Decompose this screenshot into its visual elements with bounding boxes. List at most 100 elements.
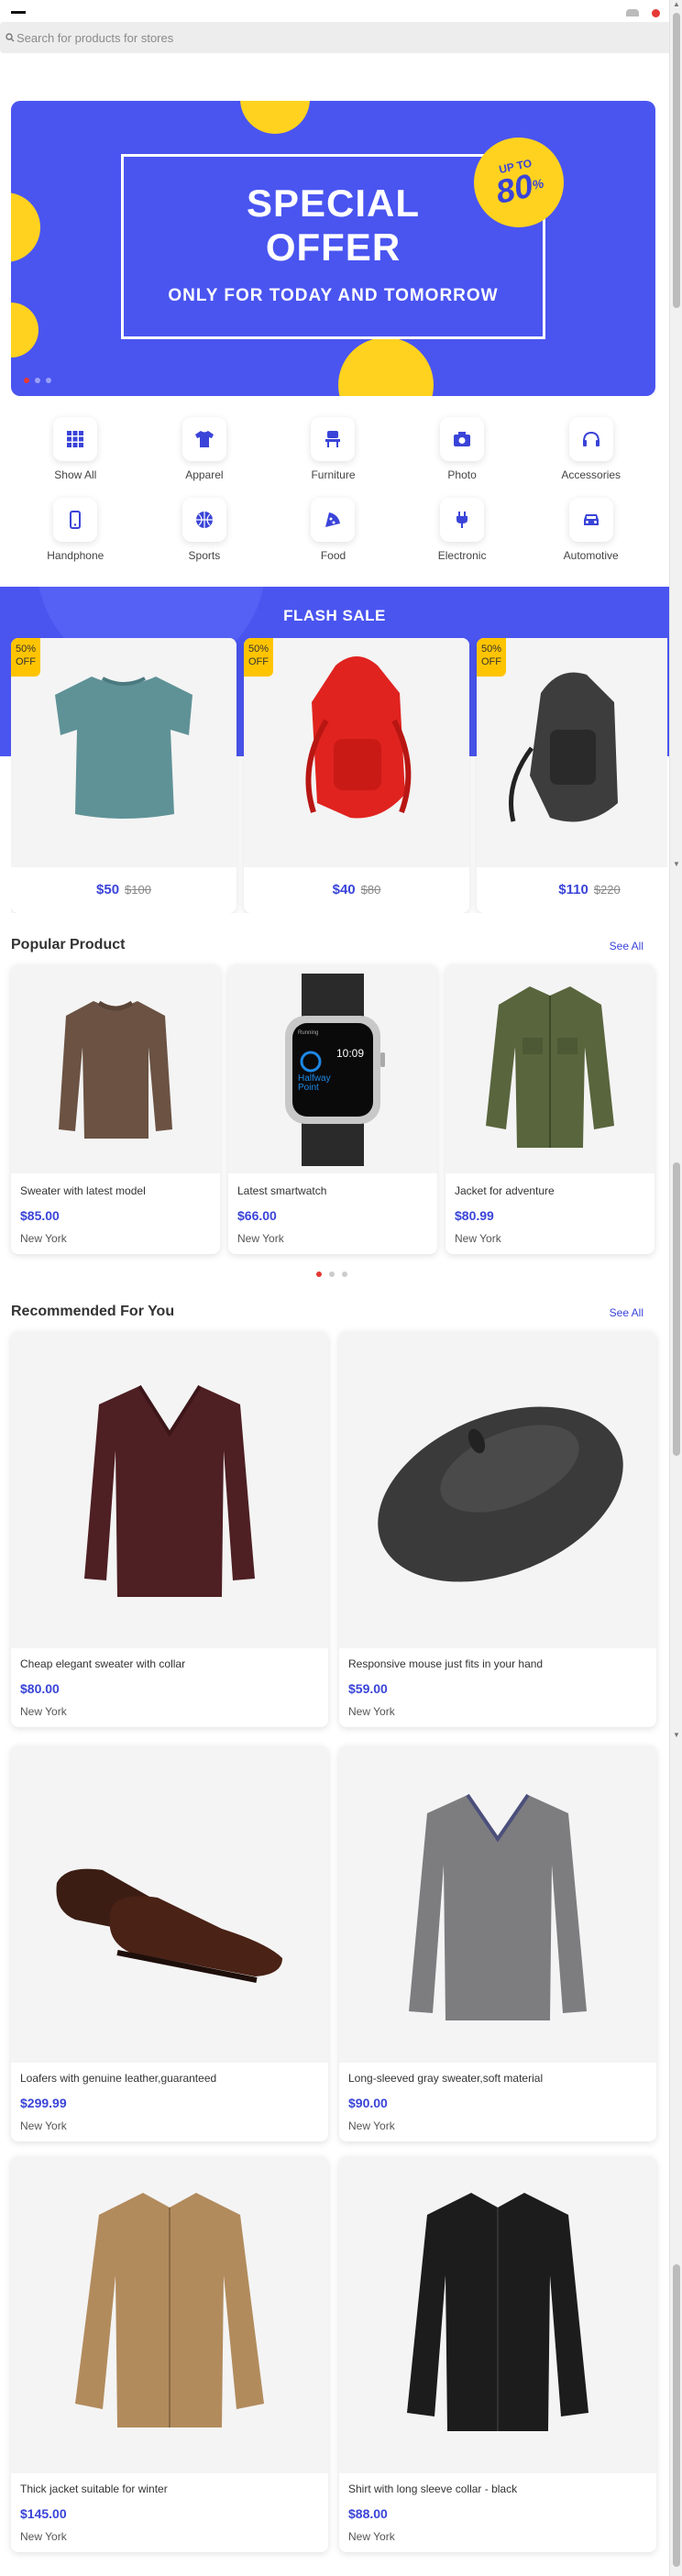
- menu-icon[interactable]: [11, 11, 33, 17]
- category-furniture[interactable]: Furniture: [269, 417, 398, 481]
- category-automotive[interactable]: Automotive: [526, 498, 655, 562]
- product-card[interactable]: Responsive mouse just fits in your hand …: [339, 1331, 656, 1727]
- product-card[interactable]: Thick jacket suitable for winter $145.00…: [11, 2156, 328, 2552]
- product-price: $59.00: [348, 1681, 388, 1696]
- category-label: Photo: [447, 468, 477, 481]
- category-label: Furniture: [311, 468, 356, 481]
- category-accessories[interactable]: Accessories: [526, 417, 655, 481]
- product-price: $80.00: [20, 1681, 60, 1696]
- scroll-down-icon[interactable]: ▼: [673, 861, 680, 868]
- product-card[interactable]: Shirt with long sleeve collar - black $8…: [339, 2156, 656, 2552]
- banner-dot[interactable]: [46, 378, 51, 383]
- product-image-leather-shoes: [11, 1745, 328, 2063]
- popular-dot[interactable]: [342, 1271, 347, 1277]
- category-electronic[interactable]: Electronic: [398, 498, 527, 562]
- product-price: $85.00: [20, 1208, 60, 1223]
- scroll-up-icon[interactable]: ▲: [673, 1, 680, 8]
- banner-title-line2: OFFER: [265, 226, 402, 269]
- category-show-all[interactable]: Show All: [11, 417, 140, 481]
- product-name: Sweater with latest model: [20, 1184, 146, 1197]
- popular-dot[interactable]: [316, 1271, 322, 1277]
- product-location: New York: [20, 1232, 67, 1245]
- product-price: $299.99: [20, 2096, 67, 2110]
- flash-sale-card[interactable]: 50% OFF $40 $80: [244, 638, 469, 913]
- product-card[interactable]: Jacket for adventure $80.99 New York: [446, 964, 654, 1254]
- category-label: Food: [320, 549, 346, 562]
- scroll-down-icon[interactable]: ▼: [673, 1732, 680, 1739]
- shirt-icon: [182, 417, 226, 461]
- watch-text: Halfway Point: [298, 1073, 331, 1093]
- product-card[interactable]: Sweater with latest model $85.00 New Yor…: [11, 964, 220, 1254]
- product-location: New York: [348, 1705, 395, 1718]
- product-price: $66.00: [237, 1208, 277, 1223]
- category-label: Accessories: [561, 468, 622, 481]
- page: SPECIAL OFFER ONLY FOR TODAY AND TOMORRO…: [0, 0, 669, 2576]
- product-location: New York: [20, 1705, 67, 1718]
- category-handphone[interactable]: Handphone: [11, 498, 140, 562]
- recommended-section-title: Recommended For You: [11, 1304, 175, 1319]
- category-label: Handphone: [47, 549, 104, 562]
- ball-icon: [182, 498, 226, 542]
- product-location: New York: [348, 2530, 395, 2543]
- product-location: New York: [237, 1232, 284, 1245]
- banner-pagination: [24, 378, 51, 383]
- product-image-maroon-sweater: [11, 1331, 328, 1648]
- popular-see-all-link[interactable]: See All: [610, 940, 644, 952]
- plug-icon: [440, 498, 485, 542]
- product-card[interactable]: Cheap elegant sweater with collar $80.00…: [11, 1331, 328, 1727]
- scrollbar-thumb[interactable]: [673, 1162, 680, 1456]
- banner-subtitle: ONLY FOR TODAY AND TOMORROW: [168, 286, 499, 305]
- search-input[interactable]: [16, 30, 566, 45]
- popular-pagination: [316, 1271, 347, 1277]
- product-name: Cheap elegant sweater with collar: [20, 1657, 186, 1670]
- banner-dot[interactable]: [24, 378, 29, 383]
- category-food[interactable]: Food: [269, 498, 398, 562]
- product-location: New York: [20, 2119, 67, 2132]
- phone-icon: [53, 498, 98, 542]
- flash-sale-card[interactable]: 50% OFF $110 $220: [477, 638, 667, 913]
- popular-section-title: Popular Product: [11, 937, 126, 952]
- product-image-gray-sweater: [339, 1745, 656, 2063]
- category-label: Show All: [54, 468, 97, 481]
- notification-icon[interactable]: [652, 9, 660, 17]
- product-location: New York: [20, 2530, 67, 2543]
- category-sports[interactable]: Sports: [140, 498, 270, 562]
- product-image-black-backpack: 50% OFF: [477, 638, 667, 867]
- scrollbar-thumb[interactable]: [673, 13, 680, 308]
- discount-badge: 50% OFF: [244, 638, 273, 677]
- flash-sale-title: FLASH SALE: [283, 607, 386, 624]
- product-card[interactable]: Running 10:09 Halfway Point Latest smart…: [228, 964, 437, 1254]
- chair-icon: [311, 417, 356, 461]
- product-card[interactable]: Long-sleeved gray sweater,soft material …: [339, 1745, 656, 2141]
- original-price: $100: [125, 883, 151, 897]
- headphones-icon: [568, 417, 613, 461]
- category-label: Apparel: [185, 468, 224, 481]
- promo-banner[interactable]: SPECIAL OFFER ONLY FOR TODAY AND TOMORRO…: [11, 101, 655, 396]
- popular-dot[interactable]: [329, 1271, 335, 1277]
- scrollbar[interactable]: ▲ ▼ ▼: [669, 0, 682, 2576]
- banner-dot[interactable]: [35, 378, 40, 383]
- discount-badge: 50% OFF: [477, 638, 506, 677]
- flash-sale-carousel[interactable]: 50% OFF $50 $100 50% OFF $40 $80 50% OFF $110…: [11, 638, 667, 913]
- chat-icon[interactable]: [626, 9, 639, 17]
- pizza-icon: [311, 498, 356, 542]
- category-photo[interactable]: Photo: [398, 417, 527, 481]
- product-image-green-jacket: [446, 964, 654, 1173]
- scrollbar-thumb[interactable]: [673, 2264, 680, 2567]
- product-image-tan-jacket: [11, 2156, 328, 2473]
- category-label: Automotive: [563, 549, 619, 562]
- product-name: Responsive mouse just fits in your hand: [348, 1657, 544, 1670]
- product-card[interactable]: Loafers with genuine leather,guaranteed …: [11, 1745, 328, 2141]
- product-location: New York: [348, 2119, 395, 2132]
- popular-carousel[interactable]: Sweater with latest model $85.00 New Yor…: [11, 964, 655, 1258]
- product-name: Loafers with genuine leather,guaranteed: [20, 2072, 217, 2085]
- search-bar[interactable]: [0, 22, 669, 53]
- category-apparel[interactable]: Apparel: [140, 417, 270, 481]
- product-price: $145.00: [20, 2506, 67, 2521]
- product-image-brown-sweater: [11, 964, 220, 1173]
- category-grid: Show All Apparel Furniture Photo Accesso…: [11, 417, 655, 562]
- recommended-see-all-link[interactable]: See All: [610, 1306, 644, 1319]
- original-price: $220: [593, 883, 621, 897]
- grid-icon: [53, 417, 98, 461]
- flash-sale-card[interactable]: 50% OFF $50 $100: [11, 638, 236, 913]
